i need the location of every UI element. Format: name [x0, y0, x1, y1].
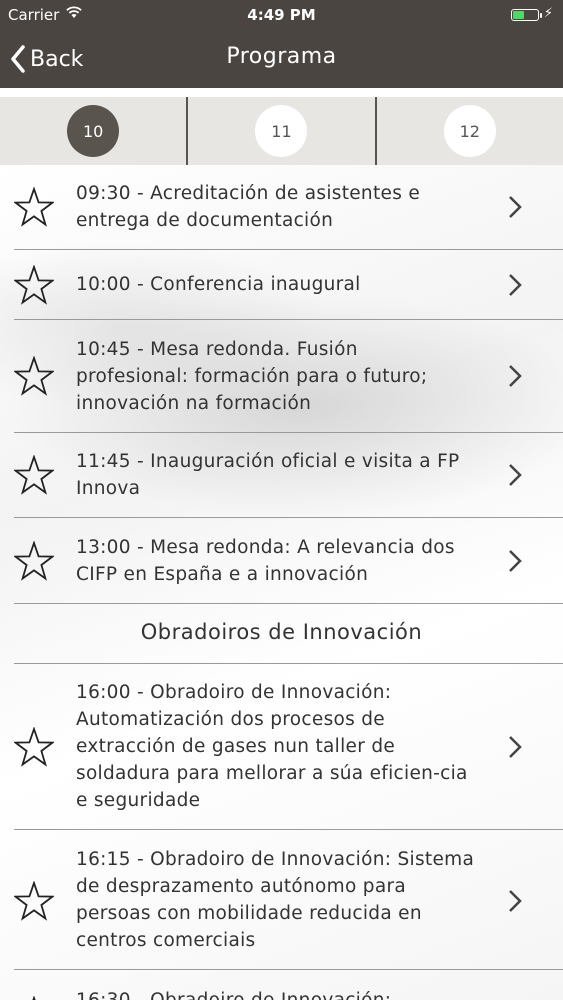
star-outline-icon[interactable] — [14, 356, 54, 396]
day-tab-10[interactable]: 10 — [0, 97, 186, 165]
list-item[interactable]: 10:00 - Conferencia inaugural — [14, 250, 563, 320]
navigation-bar: Back Programa — [0, 30, 563, 88]
chevron-right-icon — [509, 736, 522, 758]
day-tab-12[interactable]: 12 — [374, 97, 563, 165]
charging-icon: ⚡ — [543, 6, 553, 21]
item-text: 10:45 - Mesa redonda. Fusión profesional… — [76, 339, 428, 414]
list-item[interactable]: 16:15 - Obradoiro de Innovación: Sistema… — [14, 830, 563, 970]
item-text: 09:30 - Acreditación de asistentes e ent… — [76, 183, 420, 231]
chevron-right-icon — [509, 274, 522, 296]
list-item[interactable]: 13:00 - Mesa redonda: A relevancia dos C… — [14, 518, 563, 604]
list-item[interactable]: 10:45 - Mesa redonda. Fusión profesional… — [14, 320, 563, 433]
item-text: 11:45 - Inauguración oficial e visita a … — [76, 451, 460, 499]
page-title: Programa — [226, 44, 337, 69]
program-list: 09:30 - Acreditación de asistentes e ent… — [0, 165, 563, 1000]
star-outline-icon[interactable] — [14, 881, 54, 921]
chevron-right-icon — [509, 464, 522, 486]
status-time: 4:49 PM — [247, 6, 316, 24]
status-bar: Carrier 4:49 PM ⚡ — [0, 0, 563, 30]
star-outline-icon[interactable] — [14, 727, 54, 767]
day-tab-11[interactable]: 11 — [186, 97, 374, 165]
day-selector: 10 11 12 — [0, 97, 563, 165]
day-circle: 11 — [255, 105, 308, 157]
battery-icon — [511, 9, 542, 21]
item-text: 16:00 - Obradoiro de Innovación: Automat… — [76, 682, 468, 811]
star-outline-icon[interactable] — [14, 541, 54, 581]
list-item[interactable]: 16:30 - Obradoiro de Innovación: — [14, 970, 563, 1000]
star-outline-icon[interactable] — [14, 455, 54, 495]
star-outline-icon[interactable] — [14, 187, 54, 227]
item-text: 10:00 - Conferencia inaugural — [76, 274, 361, 295]
day-circle: 12 — [443, 105, 496, 157]
list-item[interactable]: 16:00 - Obradoiro de Innovación: Automat… — [14, 664, 563, 830]
star-outline-icon[interactable] — [14, 265, 54, 305]
item-text: 16:15 - Obradoiro de Innovación: Sistema… — [76, 849, 475, 951]
chevron-right-icon — [509, 550, 522, 572]
item-text: 16:30 - Obradoiro de Innovación: — [76, 987, 476, 1000]
top-bar: Carrier 4:49 PM ⚡ Back Programa — [0, 0, 563, 88]
chevron-right-icon — [509, 196, 522, 218]
star-outline-icon[interactable] — [14, 996, 54, 1000]
list-item[interactable]: 11:45 - Inauguración oficial e visita a … — [14, 433, 563, 518]
item-text: 13:00 - Mesa redonda: A relevancia dos C… — [76, 537, 455, 585]
chevron-right-icon — [509, 890, 522, 912]
day-circle: 10 — [67, 105, 120, 157]
list-item[interactable]: 09:30 - Acreditación de asistentes e ent… — [14, 165, 563, 250]
section-title: Obradoiros de Innovación — [140, 620, 423, 644]
chevron-right-icon — [509, 365, 522, 387]
